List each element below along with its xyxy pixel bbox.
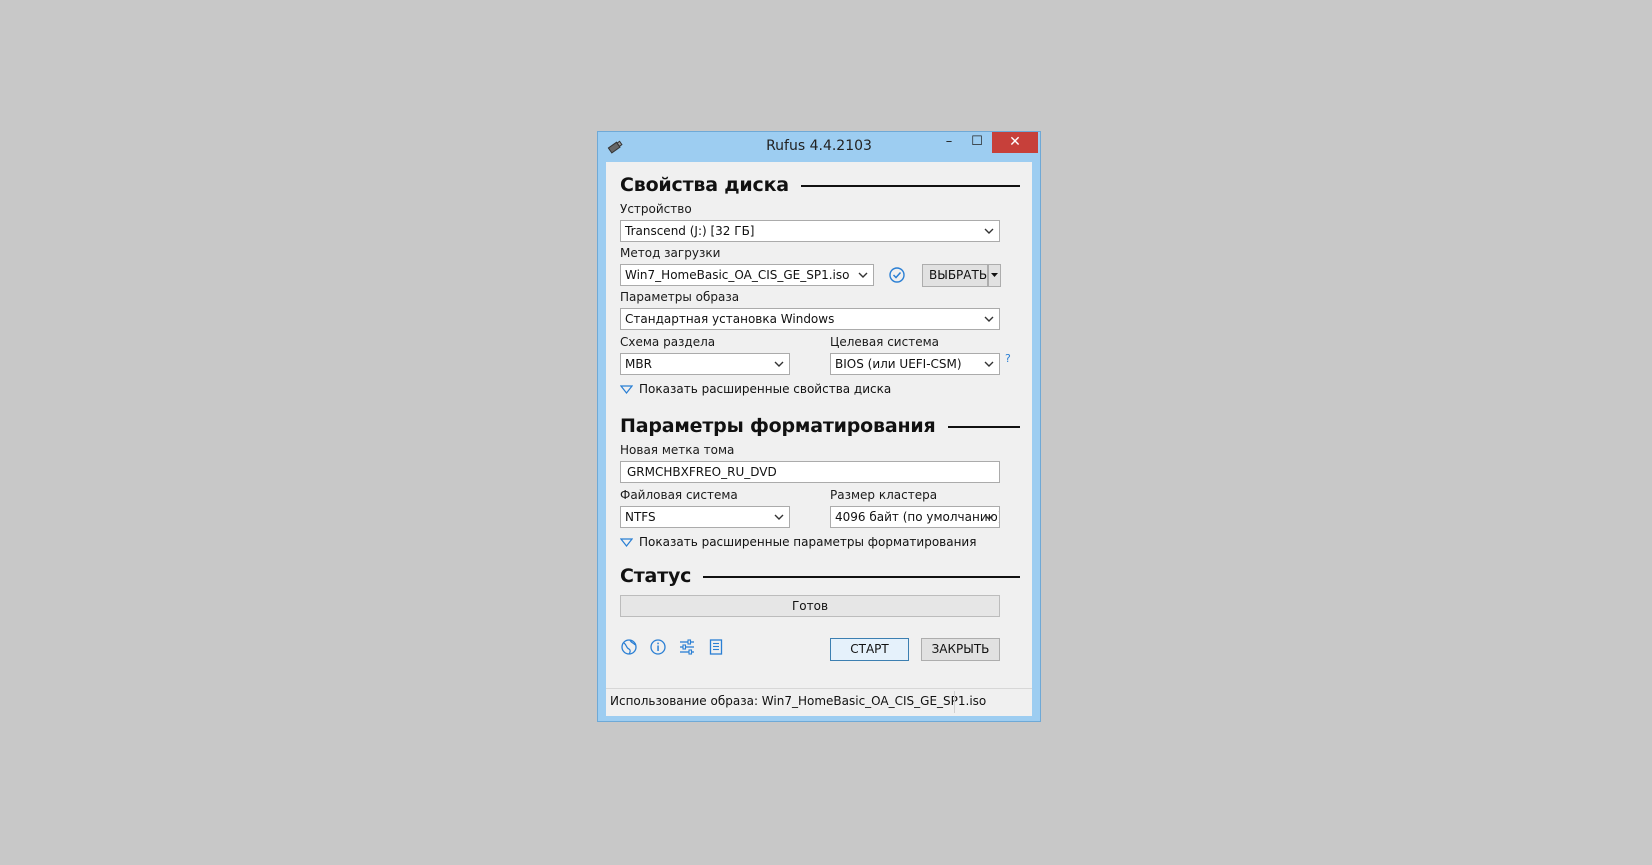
chevron-down-icon bbox=[984, 514, 994, 520]
info-icon[interactable] bbox=[649, 638, 667, 656]
format-options-heading: Параметры форматирования bbox=[620, 415, 936, 437]
target-system-value: BIOS (или UEFI-CSM) bbox=[835, 357, 962, 371]
image-option-value: Стандартная установка Windows bbox=[625, 312, 835, 326]
filesystem-select[interactable]: NTFS bbox=[620, 506, 790, 528]
filesystem-value: NTFS bbox=[625, 510, 656, 524]
select-image-button[interactable]: ВЫБРАТЬ bbox=[922, 264, 988, 287]
chevron-down-icon bbox=[984, 228, 994, 234]
section-divider bbox=[947, 426, 1020, 428]
target-system-help[interactable]: ? bbox=[1005, 352, 1011, 365]
status-heading: Статус bbox=[620, 565, 692, 587]
settings-sliders-icon[interactable] bbox=[678, 638, 696, 656]
maximize-button[interactable]: ☐ bbox=[964, 132, 990, 153]
status-bar-text: Использование образа: Win7_HomeBasic_OA_… bbox=[610, 694, 987, 708]
filesystem-label: Файловая система bbox=[620, 488, 738, 502]
status-bar-separator bbox=[954, 691, 955, 713]
chevron-down-icon bbox=[984, 361, 994, 367]
close-button[interactable]: ЗАКРЫТЬ bbox=[921, 638, 1000, 661]
device-value: Transcend (J:) [32 ГБ] bbox=[625, 224, 755, 238]
section-divider bbox=[800, 185, 1020, 187]
cluster-size-label: Размер кластера bbox=[830, 488, 938, 502]
close-window-button[interactable]: ✕ bbox=[992, 132, 1038, 153]
boot-selection-value: Win7_HomeBasic_OA_CIS_GE_SP1.iso bbox=[625, 268, 850, 282]
section-divider bbox=[703, 576, 1020, 578]
rufus-window: Rufus 4.4.2103 – ☐ ✕ Свойства диска Устр… bbox=[597, 131, 1041, 722]
select-image-dropdown[interactable] bbox=[988, 264, 1001, 287]
status-progress-bar: Готов bbox=[620, 595, 1000, 617]
partition-scheme-label: Схема раздела bbox=[620, 335, 716, 349]
boot-selection-label: Метод загрузки bbox=[620, 246, 721, 260]
show-advanced-drive-toggle[interactable]: Показать расширенные свойства диска bbox=[620, 382, 891, 396]
drive-properties-header: Свойства диска bbox=[620, 172, 1020, 198]
minimize-button[interactable]: – bbox=[936, 132, 962, 153]
globe-icon[interactable] bbox=[620, 638, 638, 656]
chevron-down-icon bbox=[858, 272, 868, 278]
show-advanced-format-label: Показать расширенные параметры форматиро… bbox=[639, 535, 977, 549]
expand-triangle-icon bbox=[620, 537, 633, 547]
show-advanced-format-toggle[interactable]: Показать расширенные параметры форматиро… bbox=[620, 535, 976, 549]
triangle-down-icon bbox=[991, 273, 998, 277]
cluster-size-select[interactable]: 4096 байт (по умолчанию) bbox=[830, 506, 1000, 528]
title-bar[interactable]: Rufus 4.4.2103 – ☐ ✕ bbox=[598, 132, 1040, 162]
target-system-label: Целевая система bbox=[830, 335, 939, 349]
status-bar: Использование образа: Win7_HomeBasic_OA_… bbox=[606, 688, 1032, 716]
volume-label-label: Новая метка тома bbox=[620, 443, 735, 457]
check-hash-icon[interactable] bbox=[888, 266, 906, 284]
device-select[interactable]: Transcend (J:) [32 ГБ] bbox=[620, 220, 1000, 242]
partition-scheme-select[interactable]: MBR bbox=[620, 353, 790, 375]
expand-triangle-icon bbox=[620, 384, 633, 394]
format-options-header: Параметры форматирования bbox=[620, 413, 1020, 439]
status-header: Статус bbox=[620, 563, 1020, 589]
start-button[interactable]: СТАРТ bbox=[830, 638, 909, 661]
drive-properties-heading: Свойства диска bbox=[620, 174, 789, 196]
target-system-select[interactable]: BIOS (или UEFI-CSM) bbox=[830, 353, 1000, 375]
image-option-select[interactable]: Стандартная установка Windows bbox=[620, 308, 1000, 330]
chevron-down-icon bbox=[984, 316, 994, 322]
log-icon[interactable] bbox=[707, 638, 725, 656]
show-advanced-drive-label: Показать расширенные свойства диска bbox=[639, 382, 892, 396]
device-label: Устройство bbox=[620, 202, 692, 216]
image-option-label: Параметры образа bbox=[620, 290, 740, 304]
boot-selection-select[interactable]: Win7_HomeBasic_OA_CIS_GE_SP1.iso bbox=[620, 264, 874, 286]
chevron-down-icon bbox=[774, 514, 784, 520]
partition-scheme-value: MBR bbox=[625, 357, 652, 371]
chevron-down-icon bbox=[774, 361, 784, 367]
client-area: Свойства диска Устройство Transcend (J:)… bbox=[606, 162, 1032, 715]
volume-label-input[interactable]: GRMCHBXFREO_RU_DVD bbox=[620, 461, 1000, 483]
cluster-size-value: 4096 байт (по умолчанию) bbox=[835, 510, 1000, 524]
